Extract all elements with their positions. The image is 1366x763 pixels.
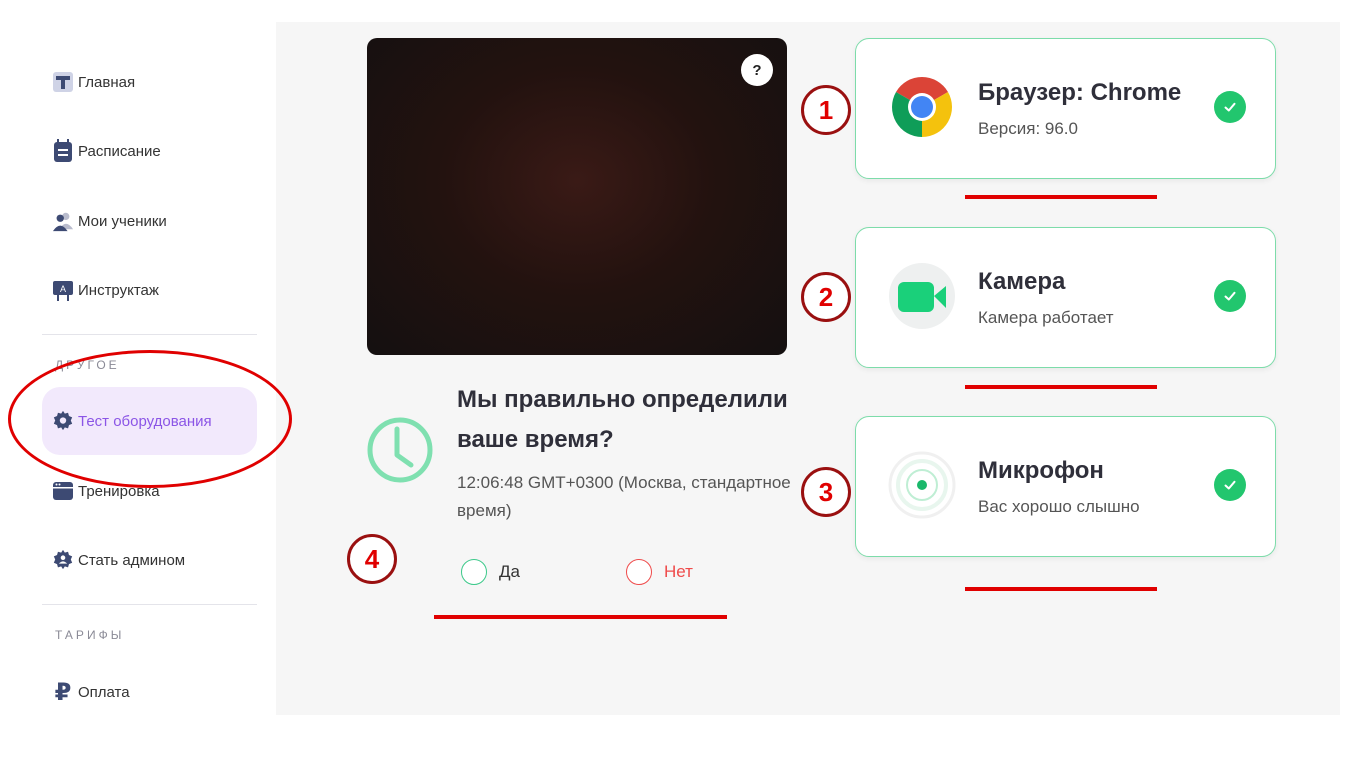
- sidebar-item-become-admin[interactable]: Стать админом: [52, 545, 185, 575]
- sidebar-item-label: Тест оборудования: [78, 412, 212, 430]
- sidebar-item-equipment-test[interactable]: Тест оборудования: [52, 406, 212, 436]
- admin-badge-icon: [52, 549, 74, 571]
- sidebar-divider: [42, 604, 257, 605]
- sidebar-item-home[interactable]: Главная: [52, 67, 135, 97]
- clock-icon: [367, 417, 433, 483]
- sidebar-item-payment[interactable]: ₽ Оплата: [52, 677, 130, 707]
- sidebar-item-label: Главная: [78, 73, 136, 91]
- sidebar-item-schedule[interactable]: Расписание: [52, 136, 161, 166]
- camera-icon: [888, 262, 956, 330]
- sidebar-item-label: Оплата: [78, 683, 130, 701]
- gear-icon: [52, 410, 74, 432]
- microphone-check-card: Микрофон Вас хорошо слышно: [855, 416, 1276, 557]
- svg-text:A: A: [60, 284, 66, 294]
- card-subtitle: Вас хорошо слышно: [978, 497, 1140, 516]
- card-subtitle: Камера работает: [978, 308, 1114, 327]
- sidebar-item-label: Расписание: [78, 142, 161, 160]
- chrome-icon: [888, 73, 956, 141]
- sidebar-item-students[interactable]: Мои ученики: [52, 206, 167, 236]
- help-button[interactable]: ?: [741, 54, 773, 86]
- radio-label: Нет: [664, 562, 693, 581]
- timezone-yes-radio[interactable]: Да: [461, 559, 520, 585]
- camera-check-card: Камера Камера работает: [855, 227, 1276, 368]
- browser-check-card: Браузер: Chrome Версия: 96.0: [855, 38, 1276, 179]
- card-title: Микрофон: [978, 457, 1104, 484]
- timezone-no-radio[interactable]: Нет: [626, 559, 693, 585]
- annotation-number-2: 2: [801, 272, 851, 322]
- microphone-signal-icon: [888, 451, 956, 519]
- section-label-tariffs: ТАРИФЫ: [55, 628, 125, 642]
- camera-preview: [367, 38, 787, 355]
- sidebar-item-label: Инструктаж: [78, 281, 159, 299]
- ruble-icon: ₽: [54, 678, 72, 706]
- browser-window-icon: [52, 480, 74, 502]
- students-icon: [52, 210, 74, 232]
- radio-circle: [461, 559, 487, 585]
- annotation-underline: [965, 587, 1157, 591]
- sidebar-item-label: Тренировка: [78, 482, 160, 500]
- sidebar-divider: [42, 334, 257, 335]
- radio-circle: [626, 559, 652, 585]
- annotation-underline: [965, 385, 1157, 389]
- sidebar-item-training[interactable]: Тренировка: [52, 476, 160, 506]
- timezone-question: Мы правильно определили ваше время?: [457, 386, 788, 453]
- card-title: Браузер: Chrome: [978, 79, 1182, 106]
- timezone-time: 12:06:48 GMT+0300 (Москва, стандартное в…: [457, 473, 791, 520]
- annotation-underline: [434, 615, 727, 619]
- card-subtitle: Версия: 96.0: [978, 119, 1078, 138]
- calendar-icon: [52, 139, 74, 162]
- annotation-number-1: 1: [801, 85, 851, 135]
- sidebar-item-label: Мои ученики: [78, 212, 167, 230]
- check-icon: [1214, 280, 1246, 312]
- presentation-icon: A: [52, 279, 74, 301]
- annotation-underline: [965, 195, 1157, 199]
- section-label-other: ДРУГОЕ: [55, 358, 120, 372]
- radio-label: Да: [499, 562, 520, 581]
- sidebar: Главная Расписание Мои ученики A Инструк…: [0, 0, 276, 763]
- sidebar-item-briefing[interactable]: A Инструктаж: [52, 275, 159, 305]
- annotation-number-3: 3: [801, 467, 851, 517]
- home-icon: [52, 71, 74, 93]
- check-icon: [1214, 91, 1246, 123]
- card-title: Камера: [978, 268, 1066, 295]
- sidebar-item-label: Стать админом: [78, 551, 186, 569]
- annotation-number-4: 4: [347, 534, 397, 584]
- check-icon: [1214, 469, 1246, 501]
